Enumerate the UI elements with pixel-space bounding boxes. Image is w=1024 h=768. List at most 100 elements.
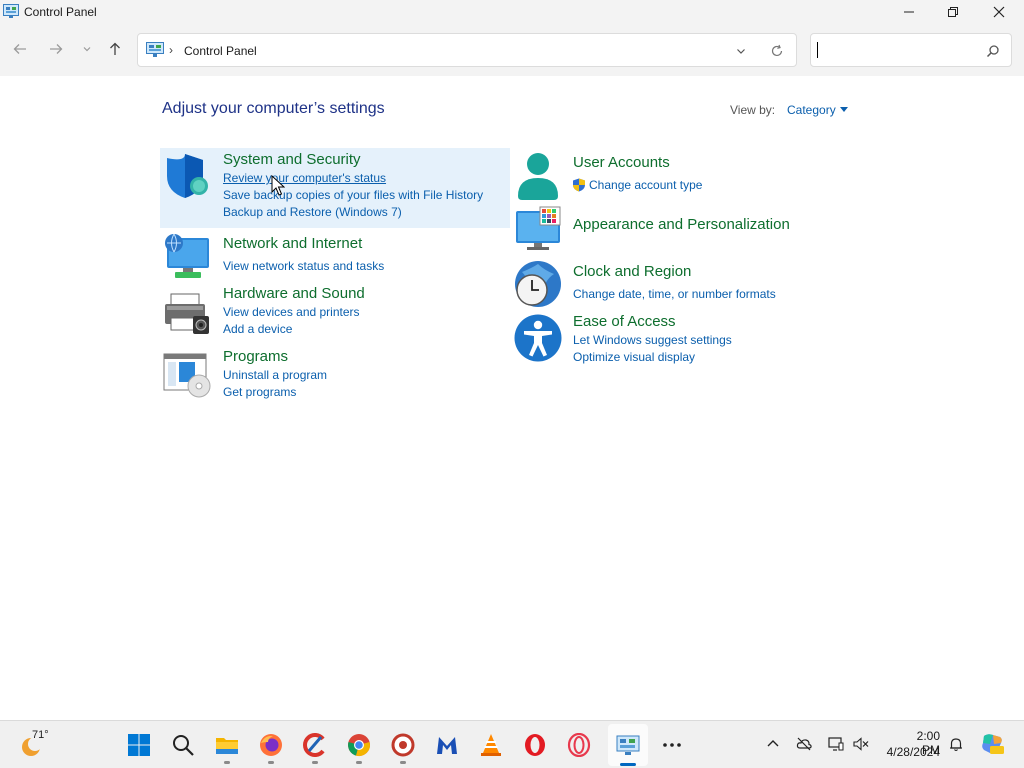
file-explorer-icon (216, 738, 238, 754)
close-button[interactable] (976, 0, 1022, 24)
app-icon (391, 733, 415, 757)
breadcrumb-control-panel[interactable]: Control Panel (184, 44, 257, 58)
running-indicator (224, 761, 230, 764)
category-title-hardware[interactable]: Hardware and Sound (223, 285, 365, 302)
ccleaner-button[interactable] (301, 731, 329, 759)
chevron-down-icon[interactable] (734, 44, 748, 58)
back-button[interactable] (11, 40, 29, 58)
windows-start-icon (128, 734, 150, 756)
chevron-down-icon (83, 47, 91, 52)
chevron-up-icon[interactable] (765, 736, 781, 752)
firefox-button[interactable] (257, 731, 285, 759)
network-globe-icon (165, 233, 209, 278)
link-windows-suggest[interactable]: Let Windows suggest settings (573, 333, 732, 347)
arrow-right-icon (50, 44, 63, 54)
link-backup-restore[interactable]: Backup and Restore (Windows 7) (223, 205, 402, 219)
restore-icon (948, 7, 958, 17)
link-network-status[interactable]: View network status and tasks (223, 259, 384, 273)
mouse-pointer-icon (271, 175, 285, 196)
search-icon (173, 735, 194, 756)
opera-gx-button[interactable] (565, 731, 593, 759)
link-add-device[interactable]: Add a device (223, 322, 292, 336)
running-indicator (312, 761, 318, 764)
minimize-button[interactable] (886, 0, 932, 24)
clock-globe-icon (515, 261, 561, 307)
link-change-account-type[interactable]: Change account type (589, 178, 702, 192)
display-icon[interactable] (828, 736, 844, 752)
arrow-left-icon (13, 44, 26, 54)
weather-temperature[interactable]: 71° (32, 729, 49, 741)
copilot-icon[interactable] (980, 732, 1004, 756)
active-app-indicator (620, 763, 636, 766)
running-indicator (400, 761, 406, 764)
printer-icon (165, 293, 209, 334)
file-explorer-button[interactable] (213, 731, 241, 759)
shield-icon (167, 154, 208, 198)
address-bar[interactable]: › Control Panel (137, 33, 797, 67)
link-review-status[interactable]: Review your computer's status (223, 171, 386, 185)
up-button[interactable] (106, 40, 124, 58)
control-panel-taskbar-button[interactable] (614, 731, 642, 759)
category-title-clock-region[interactable]: Clock and Region (573, 263, 691, 280)
category-title-system-security[interactable]: System and Security (223, 151, 361, 168)
search-input[interactable] (817, 40, 977, 60)
appearance-icon (516, 206, 561, 250)
vlc-button[interactable] (477, 731, 505, 759)
navigation-bar: › Control Panel (0, 24, 1024, 76)
link-date-time-formats[interactable]: Change date, time, or number formats (573, 287, 776, 301)
view-by-label: View by: (730, 103, 776, 117)
caret-down-icon[interactable] (840, 107, 848, 112)
more-apps-button[interactable] (658, 731, 686, 759)
accessibility-icon (514, 314, 562, 362)
arrow-up-icon (110, 42, 120, 55)
clock-date[interactable]: 4/28/2024 (880, 745, 940, 759)
uac-shield-icon (573, 178, 585, 192)
category-title-appearance[interactable]: Appearance and Personalization (573, 216, 790, 233)
close-icon (993, 6, 1005, 18)
link-get-programs[interactable]: Get programs (223, 385, 296, 399)
vlc-icon (481, 734, 501, 756)
title-bar: Control Panel (0, 0, 1024, 24)
control-panel-icon (146, 42, 164, 57)
link-uninstall-program[interactable]: Uninstall a program (223, 368, 327, 382)
more-icon (663, 743, 681, 747)
minimize-icon (904, 11, 914, 13)
restore-button[interactable] (930, 0, 976, 24)
text-caret (817, 42, 818, 58)
category-title-network[interactable]: Network and Internet (223, 235, 362, 252)
forward-button[interactable] (47, 40, 65, 58)
category-title-user-accounts[interactable]: User Accounts (573, 154, 670, 171)
volume-muted-icon[interactable] (853, 736, 869, 752)
control-panel-icon (3, 4, 19, 18)
ccleaner-icon (303, 733, 325, 757)
cloud-offline-icon[interactable] (796, 736, 812, 752)
breadcrumb-separator: › (169, 43, 173, 57)
search-box[interactable] (810, 33, 1012, 67)
link-optimize-display[interactable]: Optimize visual display (573, 350, 695, 364)
link-file-history[interactable]: Save backup copies of your files with Fi… (223, 188, 483, 202)
opera-button[interactable] (521, 731, 549, 759)
recent-locations-button[interactable] (78, 40, 96, 58)
page-title: Adjust your computer’s settings (162, 100, 385, 117)
opera-icon (525, 734, 545, 756)
taskbar-search-button[interactable] (169, 731, 197, 759)
app-button[interactable] (389, 731, 417, 759)
taskbar (0, 720, 1024, 768)
firefox-icon (260, 734, 282, 756)
window-title: Control Panel (24, 5, 97, 19)
start-button[interactable] (125, 731, 153, 759)
search-icon[interactable] (986, 44, 1000, 58)
notification-bell-icon[interactable] (948, 736, 964, 752)
category-title-ease-of-access[interactable]: Ease of Access (573, 313, 676, 330)
refresh-icon[interactable] (770, 44, 784, 58)
malwarebytes-button[interactable] (433, 731, 461, 759)
malwarebytes-icon (437, 737, 457, 754)
chrome-icon (348, 734, 370, 756)
link-devices-printers[interactable]: View devices and printers (223, 305, 360, 319)
view-by-dropdown[interactable]: Category (787, 103, 836, 117)
running-indicator (356, 761, 362, 764)
category-title-programs[interactable]: Programs (223, 348, 288, 365)
user-icon (518, 153, 558, 200)
opera-gx-icon (567, 733, 591, 757)
chrome-button[interactable] (345, 731, 373, 759)
